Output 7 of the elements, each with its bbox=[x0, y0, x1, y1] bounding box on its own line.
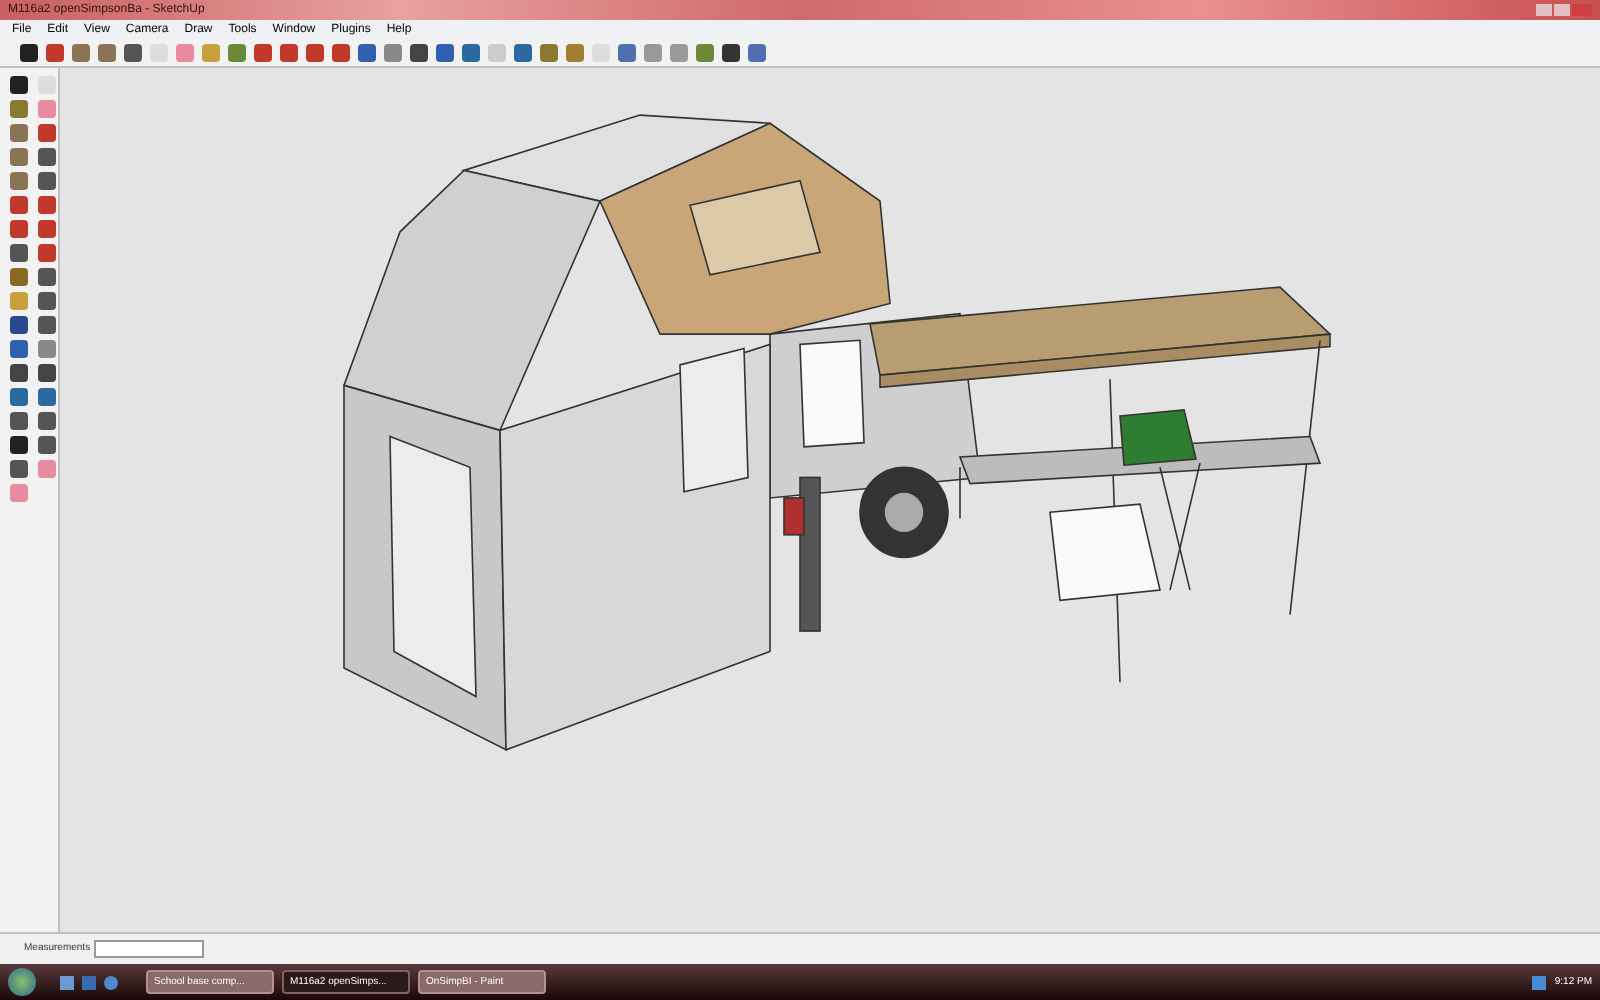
start-button[interactable] bbox=[8, 968, 36, 996]
switch-windows-icon[interactable] bbox=[82, 975, 96, 989]
browser-icon[interactable] bbox=[104, 975, 118, 989]
show-desktop-icon[interactable] bbox=[60, 975, 74, 989]
measurements-field[interactable] bbox=[94, 940, 205, 958]
window-controls-drawing[interactable] bbox=[1536, 4, 1592, 16]
network-icon[interactable] bbox=[1532, 975, 1547, 989]
